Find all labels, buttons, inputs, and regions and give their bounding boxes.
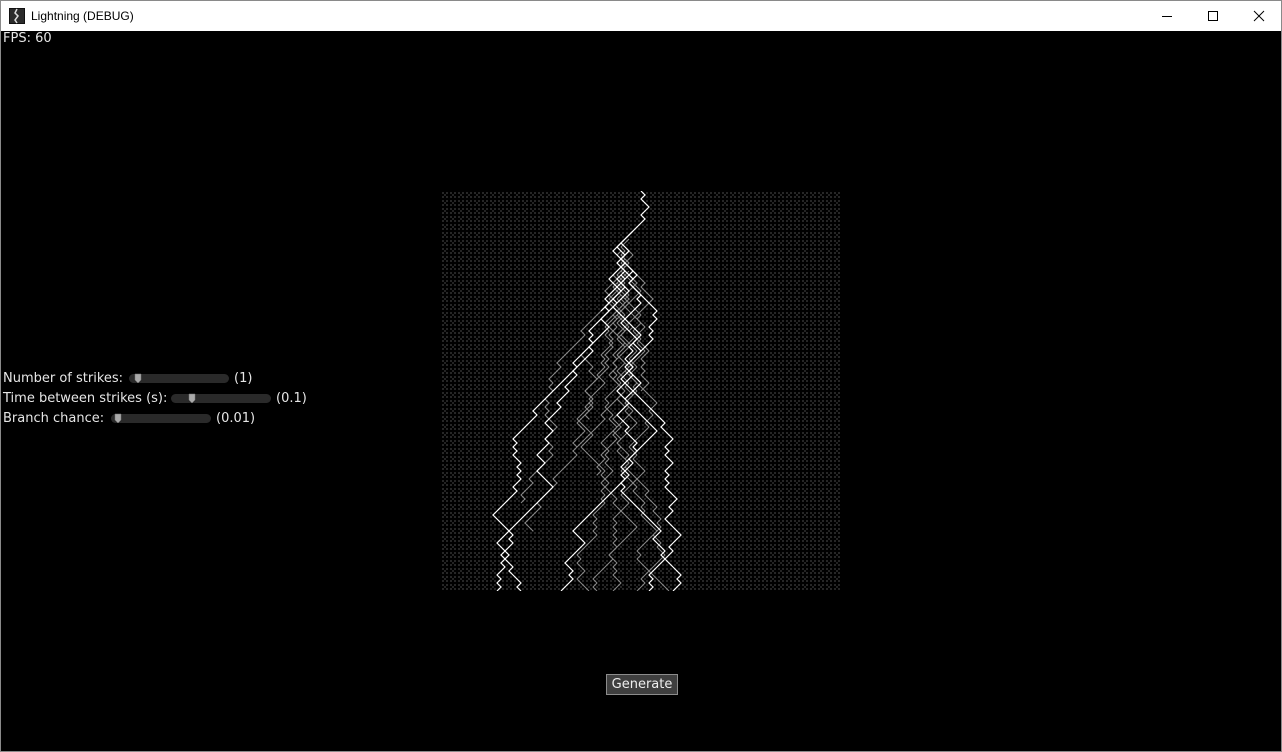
close-button[interactable] [1236, 1, 1281, 31]
slider-thumb-icon[interactable] [114, 413, 122, 424]
window-title: Lightning (DEBUG) [31, 9, 134, 23]
branch-control: Branch chance: (0.01) [3, 409, 263, 429]
generate-button[interactable]: Generate [606, 674, 678, 695]
maximize-icon [1208, 11, 1218, 21]
minimize-icon [1162, 16, 1172, 17]
branch-label: Branch chance: [3, 411, 105, 426]
strikes-value: (1) [234, 371, 253, 386]
slider-thumb-icon[interactable] [134, 373, 142, 384]
title-bar[interactable]: Lightning (DEBUG) [1, 1, 1281, 31]
strikes-label: Number of strikes: [3, 371, 124, 386]
maximize-button[interactable] [1190, 1, 1236, 31]
slider-thumb-icon[interactable] [188, 393, 196, 404]
time-label: Time between strikes (s): [3, 391, 168, 406]
time-value: (0.1) [276, 391, 307, 406]
app-icon [9, 8, 25, 24]
fps-counter: FPS: 60 [3, 31, 52, 46]
time-slider[interactable] [171, 393, 271, 404]
close-icon [1253, 10, 1265, 22]
minimize-button[interactable] [1144, 1, 1190, 31]
app-window: Lightning (DEBUG) FPS: 60 Number of stri… [0, 0, 1282, 752]
branch-value: (0.01) [216, 411, 256, 426]
lightning-canvas [441, 191, 841, 591]
branch-slider[interactable] [111, 413, 211, 424]
strikes-control: Number of strikes: (1) [3, 369, 263, 389]
time-control: Time between strikes (s): (0.1) [3, 389, 313, 409]
render-viewport: FPS: 60 Number of strikes: (1) Time betw… [1, 31, 1281, 751]
strikes-slider[interactable] [129, 373, 229, 384]
